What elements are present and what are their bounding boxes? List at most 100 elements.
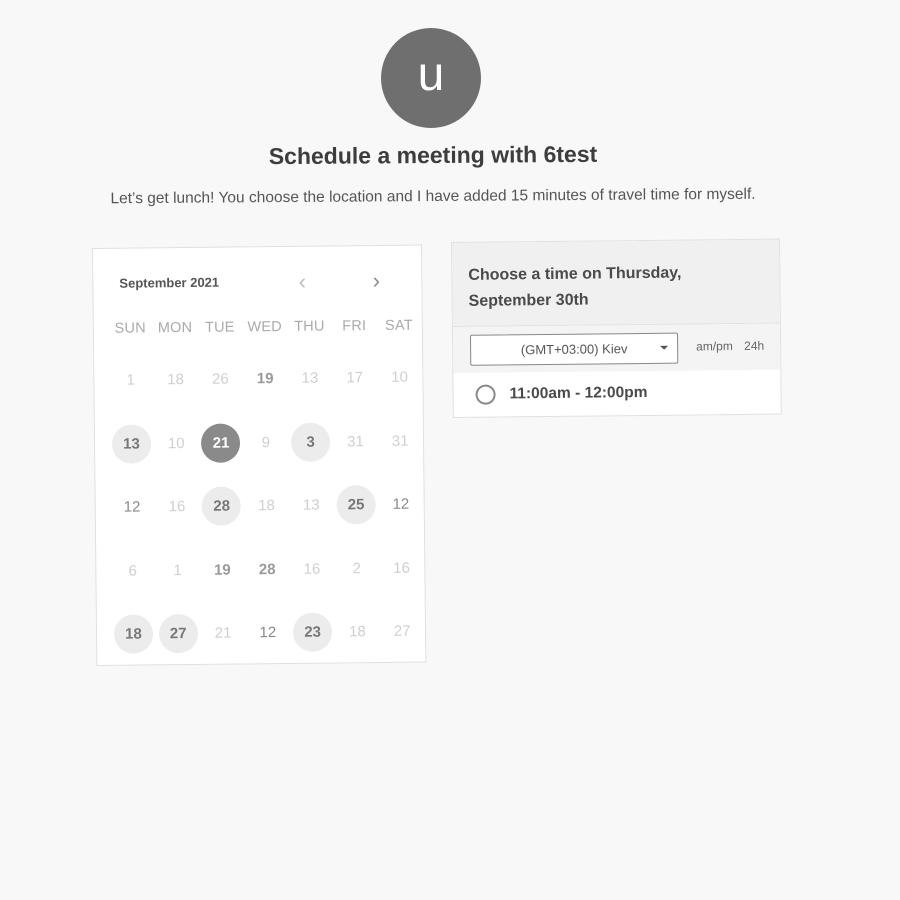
time-heading-line2: September 30th	[468, 291, 589, 310]
calendar-day: 18	[244, 486, 289, 525]
calendar-day[interactable]: 21	[198, 423, 243, 463]
calendar-day-label: 27	[158, 614, 198, 654]
calendar-day-label: 2	[352, 559, 362, 578]
calendar-day: 18	[335, 612, 380, 651]
calendar-day-label: 12	[259, 624, 277, 642]
prev-month-button[interactable]: ‹	[287, 267, 317, 297]
calendar-day: 17	[332, 358, 377, 397]
calendar-day-label: 21	[214, 624, 232, 642]
time-heading-line1: Choose a time on Thursday,	[468, 264, 682, 284]
weekday-label: THU	[294, 318, 325, 335]
calendar-day-label: 6	[128, 562, 138, 580]
calendar-day: 28	[245, 550, 290, 589]
page-title: Schedule a meeting with 6test	[268, 140, 598, 170]
calendar-day[interactable]: 27	[156, 614, 201, 654]
calendar-week: 1 18 26 19 13 17 10	[108, 346, 425, 413]
calendar-day-label: 17	[346, 369, 364, 387]
calendar-day: 12	[245, 613, 290, 652]
calendar-day[interactable]: 25	[333, 485, 378, 525]
calendar-day: 2	[334, 549, 379, 588]
weekday-label: FRI	[342, 318, 367, 335]
calendar-day-label: 28	[201, 486, 242, 527]
time-panel-heading: Choose a time on Thursday, September 30t…	[452, 239, 780, 327]
weekday-label: SUN	[114, 320, 146, 337]
time-slot-option[interactable]: 11:00am - 12:00pm	[453, 370, 780, 417]
calendar-day: 16	[289, 549, 334, 588]
calendar-day: 31	[378, 421, 423, 460]
calendar-day: 10	[154, 424, 199, 463]
calendar-week: 6 1 19 28 16 2 16	[110, 536, 427, 603]
calendar-day: 12	[110, 488, 155, 527]
calendar-grid: 1 18 26 19 13 17 10 13 10 21 9 3 31 31 12 16 28 18 13 25 12 6…	[108, 346, 427, 667]
timezone-select[interactable]: (GMT+03:00) Kiev	[469, 332, 679, 366]
calendar-day-label: 27	[393, 622, 411, 641]
calendar-day-label: 21	[201, 423, 241, 463]
timezone-value: (GMT+03:00) Kiev	[520, 341, 628, 358]
calendar-day-label: 31	[391, 432, 409, 450]
calendar-day: 31	[333, 422, 378, 461]
time-controls: (GMT+03:00) Kiev am/pm 24h	[452, 323, 781, 373]
calendar-week: 18 27 21 12 23 18 27	[111, 600, 428, 667]
radio-icon[interactable]	[475, 384, 496, 405]
format-12h-toggle[interactable]: am/pm	[696, 339, 733, 353]
calendar-day: 1	[108, 361, 153, 400]
calendar-day-label: 28	[258, 560, 276, 579]
calendar-day: 13	[289, 486, 334, 525]
calendar-day: 16	[379, 548, 424, 587]
calendar-day-label: 10	[391, 368, 408, 387]
calendar-day[interactable]: 18	[111, 614, 156, 655]
chevron-right-icon: ›	[372, 267, 381, 294]
calendar-day: 12	[378, 485, 423, 524]
calendar-day-label: 18	[113, 614, 154, 655]
time-slot-label: 11:00am - 12:00pm	[509, 383, 648, 403]
avatar-initial: u	[417, 48, 445, 101]
weekday-label: TUE	[204, 319, 235, 336]
calendar-day-label: 16	[168, 498, 186, 516]
time-panel: Choose a time on Thursday, September 30t…	[451, 238, 782, 418]
calendar-day-label: 18	[167, 371, 185, 389]
weekday-label: WED	[247, 319, 282, 336]
calendar-day-label: 19	[213, 561, 231, 579]
weekday-label: MON	[157, 319, 193, 337]
calendar-day[interactable]: 28	[199, 486, 244, 527]
calendar-day: 27	[380, 612, 425, 651]
calendar-day-label: 13	[301, 369, 319, 388]
calendar-day-label: 25	[336, 485, 376, 525]
calendar-day: 16	[154, 487, 199, 526]
calendar-day-label: 12	[123, 498, 141, 516]
page-description: Let’s get lunch! You choose the location…	[110, 185, 756, 208]
calendar-day: 21	[200, 614, 245, 653]
calendar-day-label: 31	[346, 432, 364, 451]
format-24h-toggle[interactable]: 24h	[744, 339, 764, 353]
calendar-day: 10	[377, 358, 422, 397]
calendar-day-label: 18	[348, 623, 366, 641]
calendar-day-label: 13	[302, 496, 320, 515]
caret-down-icon	[660, 345, 669, 350]
calendar-week: 13 10 21 9 3 31 31	[109, 409, 426, 476]
calendar-day-label: 9	[261, 433, 271, 451]
calendar-day-label: 19	[256, 370, 274, 388]
calendar-week: 12 16 28 18 13 25 12	[109, 473, 426, 540]
calendar-day: 26	[198, 360, 243, 399]
calendar: September 2021 ‹ › SUN MON TUE WED THU F…	[92, 244, 427, 667]
calendar-day-label: 16	[303, 560, 321, 578]
avatar: u	[381, 28, 481, 128]
calendar-month-label: September 2021	[119, 274, 220, 291]
calendar-day-label: 3	[290, 422, 331, 462]
calendar-day[interactable]: 13	[109, 424, 154, 464]
calendar-day-label: 1	[126, 371, 136, 389]
calendar-day: 18	[153, 360, 198, 399]
calendar-day[interactable]: 3	[288, 422, 333, 462]
calendar-day: 19	[243, 359, 288, 398]
calendar-day-label: 23	[292, 612, 333, 653]
calendar-day: 6	[110, 551, 155, 590]
calendar-day-label: 13	[111, 424, 152, 464]
next-month-button[interactable]: ›	[361, 266, 391, 296]
calendar-day-label: 26	[211, 370, 229, 388]
weekday-header: SUN MON TUE WED THU FRI SAT	[108, 318, 424, 337]
calendar-day: 19	[200, 550, 245, 589]
calendar-day-label: 18	[258, 497, 275, 515]
calendar-day: 9	[243, 423, 288, 462]
calendar-day[interactable]: 23	[290, 612, 335, 653]
calendar-day-label: 1	[173, 561, 182, 579]
